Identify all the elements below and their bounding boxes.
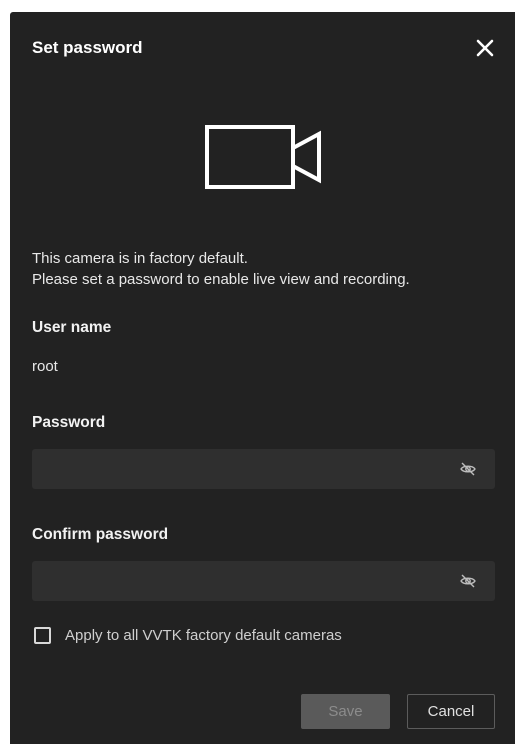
save-button[interactable]: Save xyxy=(301,694,390,729)
video-camera-icon xyxy=(205,124,325,194)
close-icon xyxy=(476,39,494,57)
set-password-dialog: Set password This camera is in factory d… xyxy=(10,12,515,744)
message-line-2: Please set a password to enable live vie… xyxy=(32,271,410,288)
message-line-1: This camera is in factory default. xyxy=(32,250,248,267)
eye-off-icon[interactable] xyxy=(459,460,477,478)
dialog-title: Set password xyxy=(32,38,143,57)
password-label: Password xyxy=(32,414,106,431)
confirm-password-input[interactable] xyxy=(32,561,495,601)
apply-all-row: Apply to all VVTK factory default camera… xyxy=(34,627,342,644)
apply-all-label: Apply to all VVTK factory default camera… xyxy=(65,627,342,644)
close-button[interactable] xyxy=(473,36,497,60)
confirm-password-label: Confirm password xyxy=(32,526,169,543)
factory-default-message: This camera is in factory default. Pleas… xyxy=(32,248,410,290)
apply-all-checkbox[interactable] xyxy=(34,627,51,644)
cancel-button[interactable]: Cancel xyxy=(407,694,495,729)
confirm-field-wrapper xyxy=(10,561,515,601)
password-input[interactable] xyxy=(32,449,495,489)
username-label: User name xyxy=(32,319,112,336)
eye-off-icon[interactable] xyxy=(459,572,477,590)
username-value: root xyxy=(32,358,58,375)
password-field-wrapper xyxy=(10,449,515,489)
